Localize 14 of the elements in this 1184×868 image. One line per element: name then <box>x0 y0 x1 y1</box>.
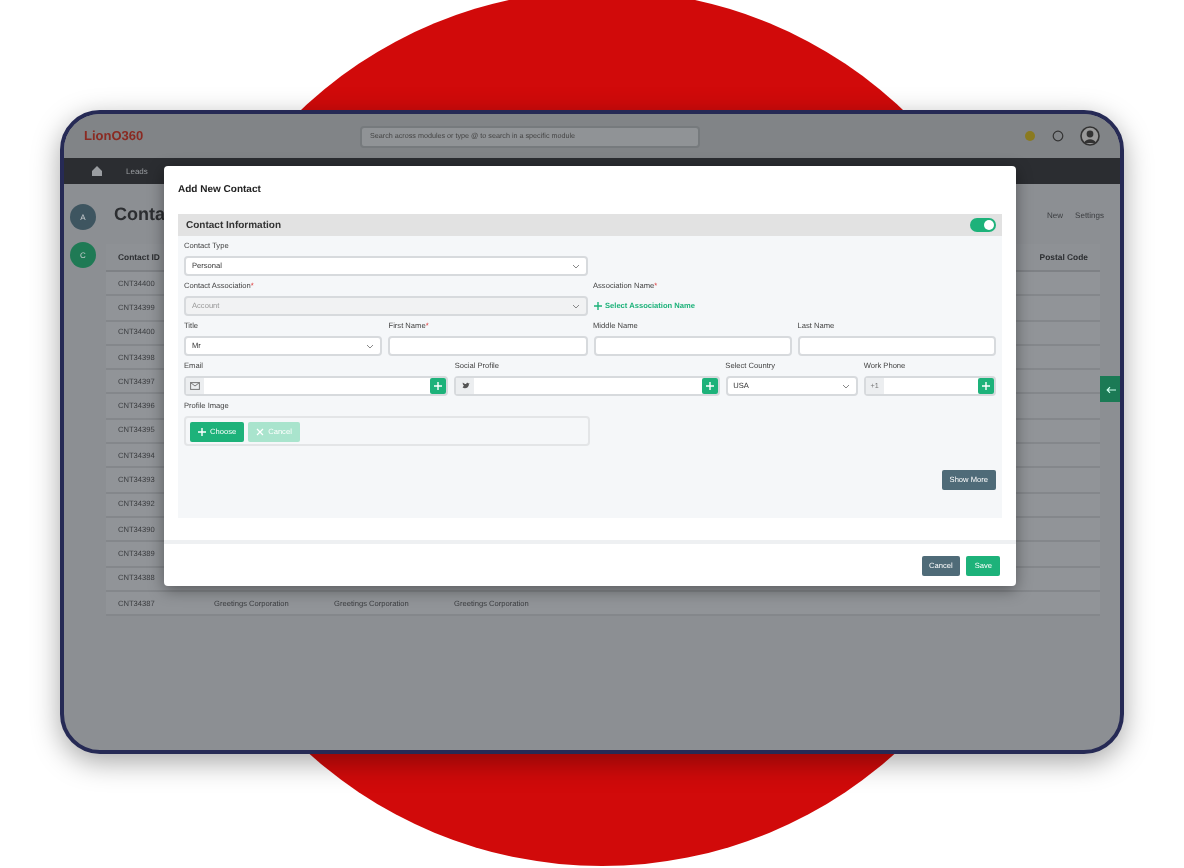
collapse-button[interactable] <box>1100 376 1120 402</box>
help-icon[interactable] <box>1052 130 1064 142</box>
input-field[interactable] <box>797 336 996 356</box>
plus-icon <box>198 427 206 435</box>
plus-icon <box>593 302 601 310</box>
user-avatar-icon[interactable] <box>1080 126 1100 146</box>
bell-icon[interactable] <box>1024 130 1036 142</box>
page-title: Conta <box>114 204 165 224</box>
toggle-switch[interactable] <box>970 218 996 232</box>
close-icon <box>256 427 265 435</box>
input-field[interactable] <box>593 336 792 356</box>
home-icon[interactable] <box>92 166 102 176</box>
arrow-left-icon <box>1105 385 1115 393</box>
input-field[interactable] <box>388 336 587 356</box>
